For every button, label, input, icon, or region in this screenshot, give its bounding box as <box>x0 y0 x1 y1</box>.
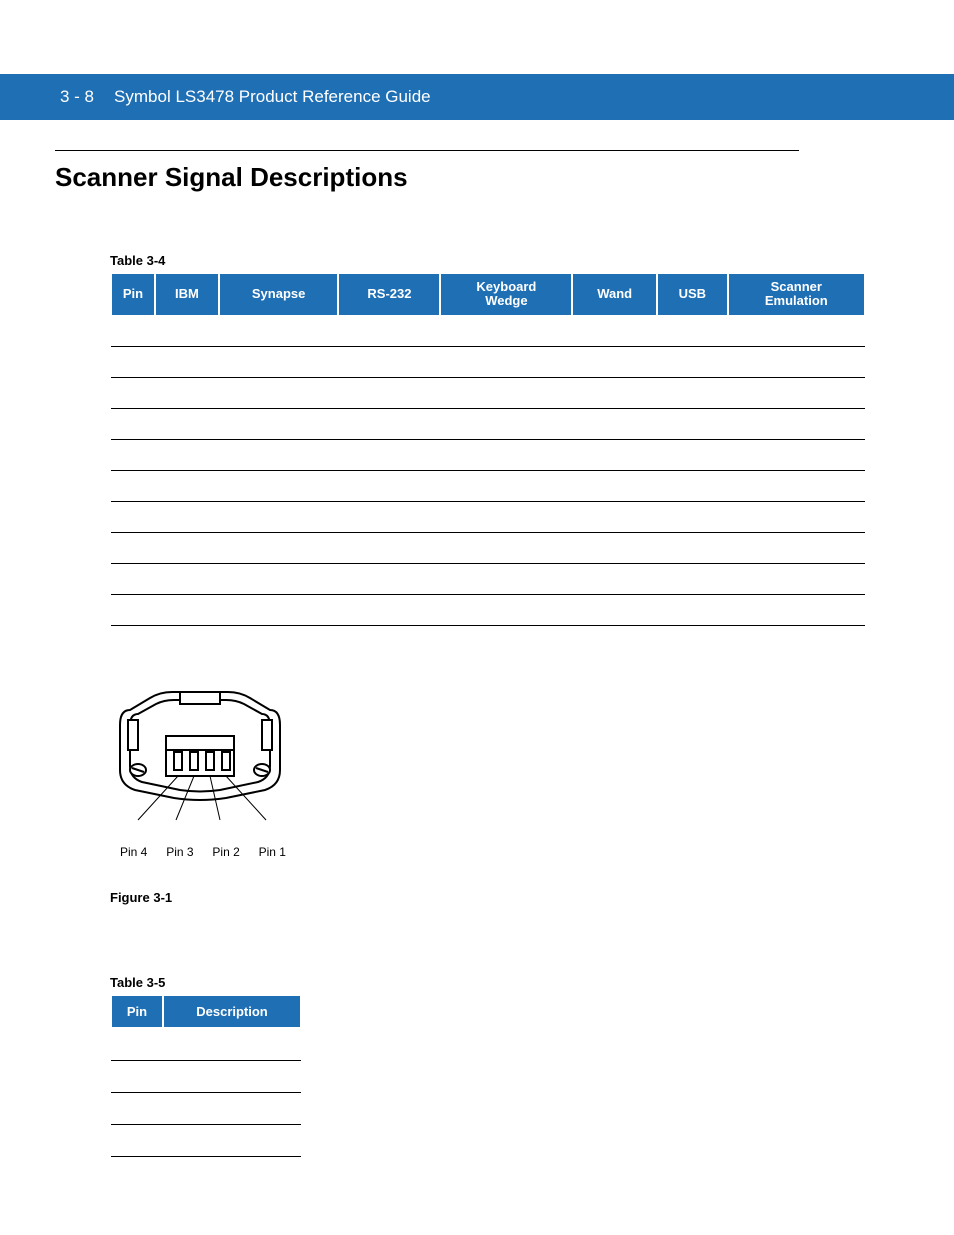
document-header-bar: 3 - 8 Symbol LS3478 Product Reference Gu… <box>0 74 954 120</box>
pin-labels: Pin 4 Pin 3 Pin 2 Pin 1 <box>110 845 290 859</box>
table-3-5-body <box>111 1028 301 1156</box>
table-row <box>111 502 865 533</box>
col-pin: Pin <box>111 995 163 1028</box>
figure-3-1-caption: Figure 3-1 <box>110 890 172 905</box>
col-description: Description <box>163 995 301 1028</box>
table-row <box>111 316 865 347</box>
table-row <box>111 1124 301 1156</box>
col-pin: Pin <box>111 273 155 316</box>
figure-3-1: Pin 4 Pin 3 Pin 2 Pin 1 <box>110 680 330 859</box>
col-synapse: Synapse <box>219 273 339 316</box>
table-row <box>111 409 865 440</box>
table-row <box>111 347 865 378</box>
table-3-5: Pin Description <box>110 994 302 1157</box>
table-row <box>111 378 865 409</box>
table-3-4-caption: Table 3-4 <box>110 253 165 268</box>
col-keyboard-wedge: KeyboardWedge <box>440 273 572 316</box>
table-row <box>111 595 865 626</box>
table-row <box>111 564 865 595</box>
pin-label-4: Pin 4 <box>120 845 147 859</box>
table-3-4-body <box>111 316 865 626</box>
heading-rule <box>55 150 799 151</box>
table-row <box>111 1060 301 1092</box>
col-ibm: IBM <box>155 273 219 316</box>
table-row <box>111 1028 301 1060</box>
table-row <box>111 533 865 564</box>
table-3-5-caption: Table 3-5 <box>110 975 165 990</box>
document-title: Symbol LS3478 Product Reference Guide <box>114 87 431 107</box>
table-row <box>111 471 865 502</box>
section-heading: Scanner Signal Descriptions <box>55 162 408 193</box>
table-3-4: Pin IBM Synapse RS-232 KeyboardWedge Wan… <box>110 272 866 626</box>
pin-label-2: Pin 2 <box>212 845 239 859</box>
pin-label-3: Pin 3 <box>166 845 193 859</box>
pin-label-1: Pin 1 <box>259 845 286 859</box>
table-header-row: Pin Description <box>111 995 301 1028</box>
page-number: 3 - 8 <box>60 87 94 107</box>
col-wand: Wand <box>572 273 657 316</box>
table-row <box>111 440 865 471</box>
table-row <box>111 1092 301 1124</box>
connector-diagram-icon <box>110 680 290 840</box>
table-header-row: Pin IBM Synapse RS-232 KeyboardWedge Wan… <box>111 273 865 316</box>
col-scanner-emulation: ScannerEmulation <box>728 273 865 316</box>
col-rs232: RS-232 <box>338 273 440 316</box>
page: 3 - 8 Symbol LS3478 Product Reference Gu… <box>0 0 954 1235</box>
col-usb: USB <box>657 273 728 316</box>
